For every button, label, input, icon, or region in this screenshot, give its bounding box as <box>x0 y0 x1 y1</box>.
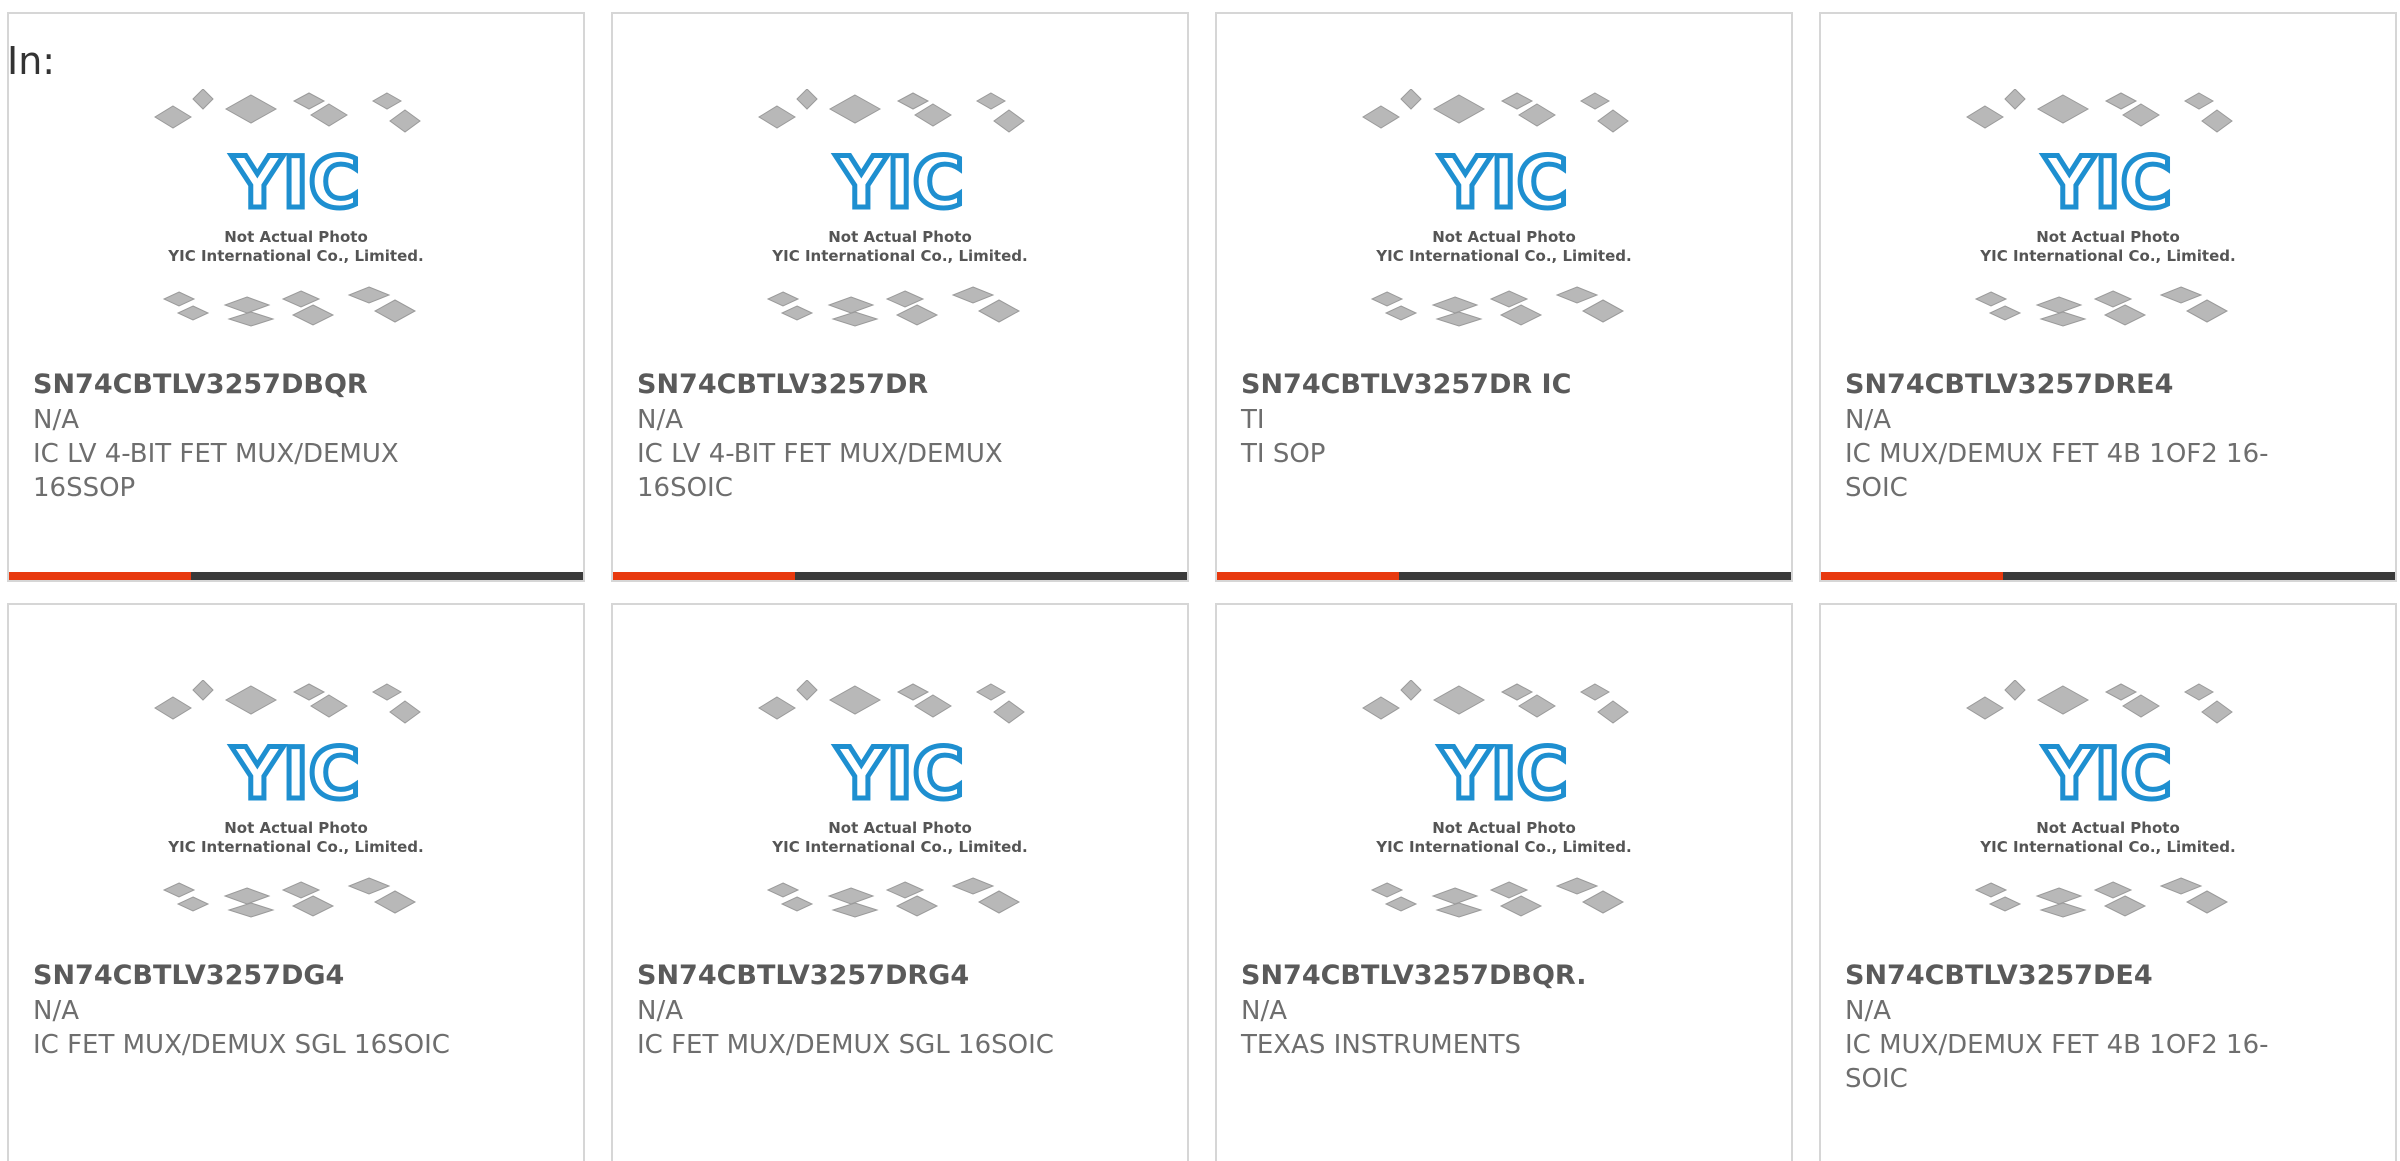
not-actual-photo-image: YIC Not Actual PhotoYIC International Co.… <box>758 680 1028 918</box>
placeholder-caption-line2: YIC International Co., Limited. <box>771 838 1027 856</box>
product-description: TEXAS INSTRUMENTS <box>1241 1030 1521 1060</box>
product-card[interactable]: YIC Not Actual Photo YIC International Co.… <box>611 12 1189 582</box>
product-card[interactable]: YIC Not Actual Photo YIC International Co.… <box>7 12 585 582</box>
part-number-link[interactable]: SN74CBTLV3257DBQR. <box>1241 959 1586 993</box>
placeholder-caption-line1: Not Actual Photo <box>2036 819 2180 837</box>
card-footer-accent <box>9 572 191 580</box>
part-number-link[interactable]: SN74CBTLV3257DBQR <box>33 368 368 402</box>
yic-logo: YIC <box>1439 733 1568 815</box>
placeholder-caption-line2: YIC International Co., Limited. <box>167 247 423 265</box>
placeholder-caption-line2: YIC International Co., Limited. <box>771 247 1027 265</box>
product-description: IC FET MUX/DEMUX SGL 16SOIC <box>33 1030 450 1060</box>
product-image-placeholder[interactable]: YIC Not Actual Photo YIC International Co.… <box>9 680 583 950</box>
product-image-placeholder[interactable]: YIC Not Actual Photo YIC International Co.… <box>1821 680 2395 950</box>
product-card[interactable]: YIC Not Actual Photo YIC International Co.… <box>7 603 585 1161</box>
not-actual-photo-image: YIC Not Actual PhotoYIC International Co.… <box>1966 89 2236 327</box>
placeholder-caption-line1: Not Actual Photo <box>224 228 368 246</box>
manufacturer: N/A <box>33 996 79 1026</box>
not-actual-photo-image: YIC Not Actual PhotoYIC International Co.… <box>1362 680 1632 918</box>
not-actual-photo-image: YIC Not Actual PhotoYIC International Co.… <box>154 680 424 918</box>
manufacturer: N/A <box>1845 996 1891 1026</box>
product-image-placeholder[interactable]: YIC Not Actual Photo YIC International Co.… <box>9 89 583 359</box>
part-number-link[interactable]: SN74CBTLV3257DR <box>637 368 928 402</box>
card-footer-bar <box>1217 572 1791 580</box>
placeholder-caption-line1: Not Actual Photo <box>828 819 972 837</box>
card-footer-accent <box>613 572 795 580</box>
product-image-placeholder[interactable]: YIC Not Actual Photo YIC International Co.… <box>613 680 1187 950</box>
product-grid-page: In: YIC Not Actual Photo YIC International… <box>0 0 2400 1161</box>
product-card[interactable]: YIC Not Actual Photo YIC International Co.… <box>1215 603 1793 1161</box>
placeholder-caption-line1: Not Actual Photo <box>224 819 368 837</box>
not-actual-photo-image: YIC Not Actual PhotoYIC International Co.… <box>1362 89 1632 327</box>
card-footer-bar <box>9 572 583 580</box>
product-description: IC LV 4-BIT FET MUX/DEMUX 16SOIC <box>637 439 1003 503</box>
manufacturer: N/A <box>1845 405 1891 435</box>
product-image-placeholder[interactable]: YIC Not Actual Photo YIC International Co.… <box>613 89 1187 359</box>
not-actual-photo-image: YIC Not Actual PhotoYIC International Co.… <box>154 89 424 327</box>
part-number-link[interactable]: SN74CBTLV3257DRE4 <box>1845 368 2173 402</box>
placeholder-caption-line2: YIC International Co., Limited. <box>1979 838 2235 856</box>
yic-logo: YIC <box>1439 142 1568 224</box>
part-number-link[interactable]: SN74CBTLV3257DE4 <box>1845 959 2153 993</box>
product-card[interactable]: YIC Not Actual Photo YIC International Co.… <box>1819 12 2397 582</box>
placeholder-caption-line1: Not Actual Photo <box>828 228 972 246</box>
yic-logo: YIC <box>231 733 360 815</box>
part-number-link[interactable]: SN74CBTLV3257DRG4 <box>637 959 969 993</box>
placeholder-caption-line2: YIC International Co., Limited. <box>1375 838 1631 856</box>
in-label: In: <box>7 39 56 83</box>
product-description: TI SOP <box>1241 439 1326 469</box>
manufacturer: N/A <box>637 996 683 1026</box>
yic-logo: YIC <box>2043 142 2172 224</box>
manufacturer: N/A <box>1241 996 1287 1026</box>
yic-logo: YIC <box>231 142 360 224</box>
yic-logo: YIC <box>2043 733 2172 815</box>
product-image-placeholder[interactable]: YIC Not Actual Photo YIC International Co.… <box>1821 89 2395 359</box>
part-number-link[interactable]: SN74CBTLV3257DG4 <box>33 959 344 993</box>
card-footer-accent <box>1217 572 1399 580</box>
placeholder-caption-line1: Not Actual Photo <box>2036 228 2180 246</box>
card-footer-bar <box>1821 572 2395 580</box>
yic-logo: YIC <box>835 733 964 815</box>
not-actual-photo-image: YIC Not Actual PhotoYIC International Co.… <box>1966 680 2236 918</box>
product-card[interactable]: YIC Not Actual Photo YIC International Co.… <box>1819 603 2397 1161</box>
not-actual-photo-image: YIC Not Actual PhotoYIC International Co.… <box>758 89 1028 327</box>
product-image-placeholder[interactable]: YIC Not Actual Photo YIC International Co.… <box>1217 680 1791 950</box>
product-card[interactable]: YIC Not Actual Photo YIC International Co.… <box>1215 12 1793 582</box>
manufacturer: TI <box>1241 405 1265 435</box>
card-footer-accent <box>1821 572 2003 580</box>
card-footer-bar <box>613 572 1187 580</box>
product-description: IC FET MUX/DEMUX SGL 16SOIC <box>637 1030 1054 1060</box>
product-description: IC LV 4-BIT FET MUX/DEMUX 16SSOP <box>33 439 399 503</box>
manufacturer: N/A <box>33 405 79 435</box>
placeholder-caption-line2: YIC International Co., Limited. <box>167 838 423 856</box>
part-number-link[interactable]: SN74CBTLV3257DR IC <box>1241 368 1571 402</box>
manufacturer: N/A <box>637 405 683 435</box>
placeholder-caption-line2: YIC International Co., Limited. <box>1979 247 2235 265</box>
placeholder-caption-line2: YIC International Co., Limited. <box>1375 247 1631 265</box>
product-description: IC MUX/DEMUX FET 4B 1OF2 16-SOIC <box>1845 1030 2269 1094</box>
placeholder-caption-line1: Not Actual Photo <box>1432 819 1576 837</box>
product-card[interactable]: YIC Not Actual Photo YIC International Co.… <box>611 603 1189 1161</box>
product-description: IC MUX/DEMUX FET 4B 1OF2 16-SOIC <box>1845 439 2269 503</box>
product-image-placeholder[interactable]: YIC Not Actual Photo YIC International Co.… <box>1217 89 1791 359</box>
yic-logo: YIC <box>835 142 964 224</box>
placeholder-caption-line1: Not Actual Photo <box>1432 228 1576 246</box>
